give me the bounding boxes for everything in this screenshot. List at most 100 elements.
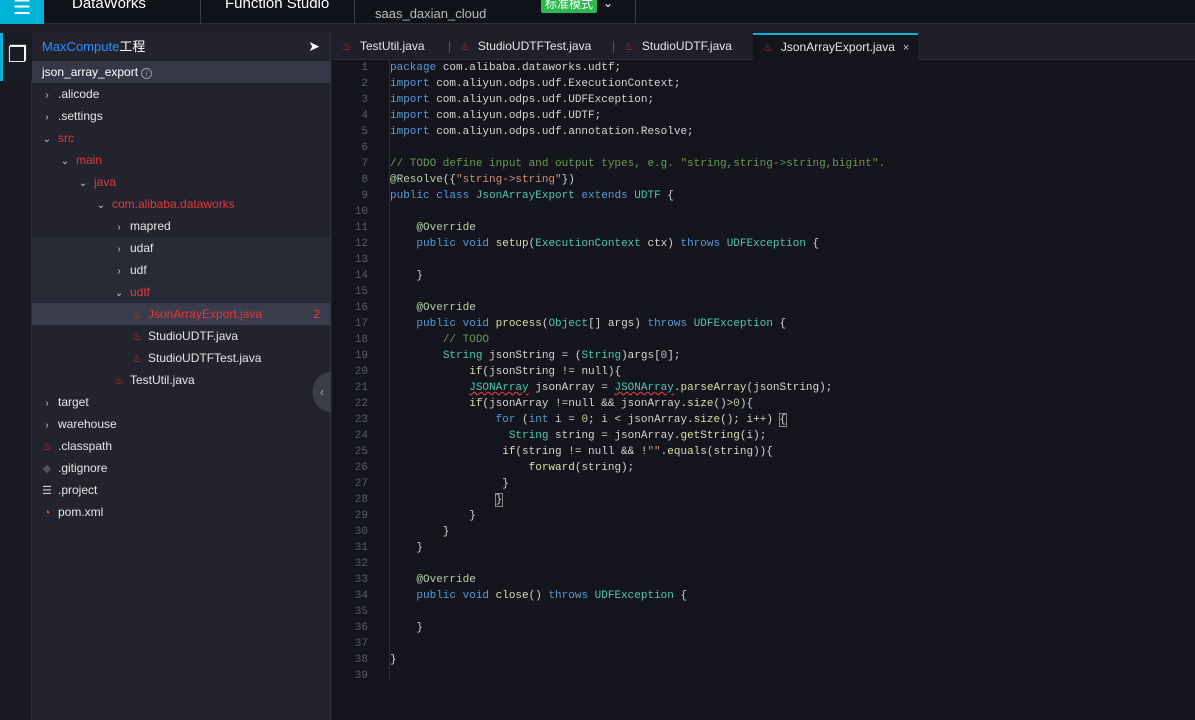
line-source: } [390,492,504,508]
tab-studioudtf-java[interactable]: ♨ StudioUDTF.java [614,33,753,60]
code-token: String [442,350,483,362]
chevron-down-icon[interactable]: ⌄ [92,195,110,217]
tree-item[interactable]: ◔ pom.xml [32,501,330,523]
tree-item[interactable]: › target [32,391,330,413]
tree-item[interactable]: ♨ TestUtil.java [32,369,330,391]
code-token: Object [548,318,589,330]
tree-item[interactable]: › .settings [32,105,330,127]
line-number: 13 [354,254,368,266]
tree-item-label: StudioUDTFTest.java [148,351,262,365]
tab-studioudtftest-java[interactable]: ♨ StudioUDTFTest.java [450,33,614,60]
tree-item-label: StudioUDTF.java [148,329,239,343]
code-token: { [673,590,688,602]
code-token: JSONArray [614,382,674,394]
activity-bar: ❐ [0,33,32,720]
project-explorer: MaxCompute工程 ➤ json_array_export i › .alic… [32,33,331,720]
tree-item[interactable]: ☰ .project [32,479,330,501]
tree-item[interactable]: › udaf [32,237,330,259]
tree-item[interactable]: ⌄ com.alibaba.dataworks [32,193,330,215]
code-token: if [502,446,516,458]
chevron-right-icon[interactable]: › [38,393,56,415]
code-area[interactable]: 1 package com.alibaba.dataworks.udtf; 2 imp… [332,60,1195,684]
line-number: 26 [354,462,368,474]
code-token: JSONArray [469,382,529,394]
tree-item[interactable]: ◆ .gitignore [32,457,330,479]
tree-item[interactable]: ⌄ java [32,171,330,193]
line-number: 37 [354,638,368,650]
chevron-down-icon[interactable]: ⌄ [110,283,128,305]
code-token: // TODO define input and output types, e… [390,158,886,170]
code-token: () [528,590,549,602]
tree-item-label: mapred [130,219,171,233]
tree-item[interactable]: ♨ JsonArrayExport.java 2 [32,303,330,325]
chevron-right-icon[interactable]: › [110,261,128,283]
chevron-right-icon[interactable]: › [38,415,56,437]
brand-label: DataWorks [72,0,146,12]
code-token: UDFException [693,318,773,330]
chevron-right-icon[interactable]: › [110,217,128,239]
line-source: @Resolve({"string->string"}) [390,172,575,188]
line-number: 21 [354,382,368,394]
code-line: 19 String jsonString = (String)args[0]; [332,348,1195,364]
tree-item-label: udtf [130,285,151,299]
code-token: int [528,414,549,426]
tree-item[interactable]: ♨ StudioUDTFTest.java [32,347,330,369]
chevron-right-icon[interactable]: › [110,239,128,261]
code-editor[interactable]: ♨ TestUtil.java ♨ StudioUDTFTest.java ♨ Studi… [332,33,1195,720]
code-line: 28 } [332,492,1195,508]
tree-item[interactable]: ♨ StudioUDTF.java [32,325,330,347]
line-number: 35 [354,606,368,618]
tree-item[interactable]: › .alicode [32,83,330,105]
tree-item[interactable]: › mapred [32,215,330,237]
tree-item[interactable]: ♨ .classpath [32,435,330,457]
code-line: 34 public void close() throws UDFExcepti… [332,588,1195,604]
files-icon[interactable]: ❐ [0,33,32,81]
code-line: 15 [332,284,1195,300]
close-icon[interactable]: × [903,42,909,54]
code-token: { [660,190,674,202]
chevron-down-icon[interactable]: ⌄ [56,151,74,173]
tree-item[interactable]: › udf [32,259,330,281]
code-line: 4 import com.aliyun.odps.udf.UDTF; [332,108,1195,124]
project-root[interactable]: json_array_export i [32,61,330,83]
code-token: // TODO [442,334,490,346]
tree-item[interactable]: ⌄ main [32,149,330,171]
line-source: } [390,508,476,524]
tree-item-label: JsonArrayExport.java [148,307,263,321]
code-token: public void [416,318,496,330]
line-number: 14 [354,270,368,282]
chevron-down-icon[interactable]: ⌄ [38,129,56,151]
chevron-down-icon[interactable]: ⌄ [603,0,613,10]
menu-icon[interactable]: ☰ [0,0,44,24]
tree-item[interactable]: › warehouse [32,413,330,435]
line-number: 7 [361,158,368,170]
chevron-right-icon[interactable]: › [38,107,56,129]
tree-item[interactable]: ⌄ udtf [32,281,330,303]
brand-logo[interactable]: DataWorks [44,0,201,24]
line-source: public void close() throws UDFException … [390,588,687,604]
code-token: import [390,110,430,122]
tab-jsonarrayexport-java[interactable]: ♨ JsonArrayExport.java × [753,33,918,60]
code-line: 12 public void setup(ExecutionContext ct… [332,236,1195,252]
code-line: 5 import com.aliyun.odps.udf.annotation.R… [332,124,1195,140]
info-icon[interactable]: i [141,68,153,79]
code-token: jsonArray = [528,382,615,394]
tree-item-label: .settings [58,109,103,123]
code-line: 22 if(jsonArray !=null && jsonArray.size… [332,396,1195,412]
module-title[interactable]: Function Studio [201,0,355,24]
send-icon[interactable]: ➤ [308,38,320,55]
code-line: 38} [332,652,1195,668]
code-token: close [495,590,529,602]
code-token: { [805,238,820,250]
code-line: 20 if(jsonString != null){ [332,364,1195,380]
chevron-right-icon[interactable]: › [38,85,56,107]
line-source: if(jsonString != null){ [390,364,621,380]
chevron-down-icon[interactable]: ⌄ [74,173,92,195]
line-source: import com.aliyun.odps.udf.ExecutionCont… [390,76,680,92]
tab-testutil-java[interactable]: ♨ TestUtil.java [332,33,450,60]
project-selector[interactable]: saas_daxian_cloud [375,6,486,21]
tree-item[interactable]: ⌄ src [32,127,330,149]
code-line: 9 public class JsonArrayExport extends UD… [332,188,1195,204]
